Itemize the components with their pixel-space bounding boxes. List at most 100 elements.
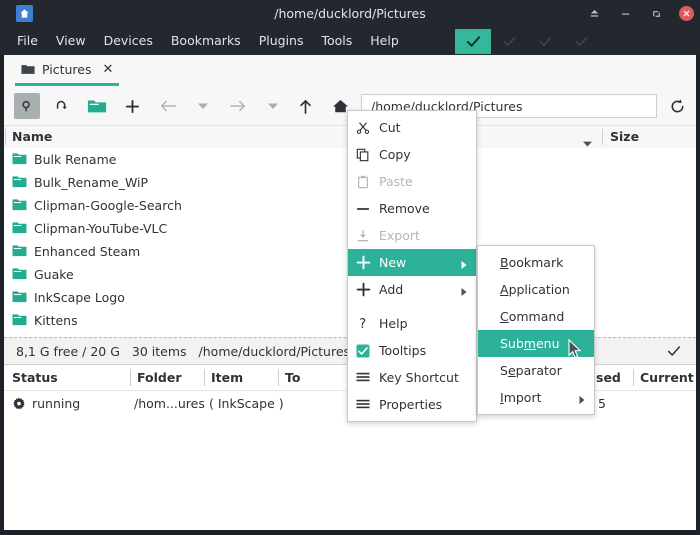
plus-icon [356, 282, 376, 298]
menu-item-new[interactable]: New [348, 249, 476, 276]
list-item-label: Bulk_Rename_WiP [34, 175, 148, 190]
tabstrip: Pictures ✕ [4, 55, 696, 88]
menu-plugins[interactable]: Plugins [250, 27, 313, 55]
reload-button[interactable] [49, 93, 75, 119]
new-folder-button[interactable] [84, 93, 110, 119]
menu-item-help[interactable]: ? Help [348, 310, 476, 337]
list-item-label: Kittens [34, 313, 78, 328]
add-button[interactable] [119, 93, 145, 119]
file-manager-window: /home/ducklord/Pictures File View Device… [0, 0, 700, 535]
chevron-right-icon [460, 258, 468, 273]
menubar-check-buttons [455, 28, 599, 54]
close-button[interactable] [679, 6, 694, 21]
check-button-1[interactable] [455, 29, 491, 54]
check-button-3[interactable] [527, 29, 563, 54]
minus-icon [356, 201, 376, 217]
mouse-pointer [568, 339, 582, 364]
checkbox-checked-icon[interactable] [356, 343, 376, 359]
folder-icon [12, 288, 27, 307]
task-status: running [32, 391, 80, 416]
menu-help[interactable]: Help [361, 27, 408, 55]
plus-icon [356, 255, 376, 271]
submenu-item-import[interactable]: Import [478, 384, 594, 411]
list-item-label: Bulk Rename [34, 152, 116, 167]
column-header-name[interactable]: Name [12, 126, 52, 148]
shade-button[interactable] [586, 5, 603, 22]
submenu-item-label: Import [500, 390, 542, 405]
clipboard-icon [356, 174, 376, 190]
menu-view[interactable]: View [47, 27, 95, 55]
menu-file[interactable]: File [8, 27, 47, 55]
check-button-2[interactable] [491, 29, 527, 54]
folder-icon [12, 173, 27, 192]
menu-item-copy[interactable]: Copy [348, 141, 476, 168]
menu-item-label: Key Shortcut [379, 370, 459, 385]
back-button[interactable] [155, 93, 181, 119]
submenu-item-application[interactable]: Application [478, 276, 594, 303]
task-column-folder[interactable]: Folder [137, 365, 182, 390]
question-icon: ? [356, 316, 376, 332]
submenu-item-label: Application [500, 282, 570, 297]
chevron-right-icon [578, 393, 586, 408]
task-column-current[interactable]: Current [640, 365, 694, 390]
menu-item-tooltips[interactable]: Tooltips [348, 337, 476, 364]
menu-devices[interactable]: Devices [95, 27, 162, 55]
menu-item-label: Tooltips [379, 343, 426, 358]
close-icon[interactable]: ✕ [103, 62, 114, 77]
column-header-size[interactable]: Size [610, 126, 639, 148]
menu-item-export: Export [348, 222, 476, 249]
submenu-item-bookmark[interactable]: Bookmark [478, 249, 594, 276]
menu-item-label: Properties [379, 397, 442, 412]
task-column-to[interactable]: To [285, 365, 300, 390]
menu-item-paste: Paste [348, 168, 476, 195]
menu-bookmarks[interactable]: Bookmarks [162, 27, 250, 55]
tab-label: Pictures [42, 62, 92, 77]
menu-item-add[interactable]: Add [348, 276, 476, 303]
task-column-status[interactable]: Status [12, 365, 58, 390]
task-item: ( InkScape ) [209, 391, 284, 416]
menu-item-key-shortcut[interactable]: Key Shortcut [348, 364, 476, 391]
folder-icon [12, 196, 27, 215]
task-column-item[interactable]: Item [211, 365, 243, 390]
folder-icon [12, 219, 27, 238]
maximize-button[interactable] [648, 5, 665, 22]
scissors-icon [356, 120, 376, 136]
check-button-4[interactable] [563, 29, 599, 54]
task-folder: /hom...ures [134, 391, 205, 416]
svg-text:?: ? [359, 317, 366, 331]
download-icon [356, 228, 376, 244]
menu-item-cut[interactable]: Cut [348, 114, 476, 141]
menu-item-label: Paste [379, 174, 413, 189]
copy-icon [356, 147, 376, 163]
folder-icon [21, 60, 35, 79]
search-button[interactable] [14, 93, 40, 119]
up-button[interactable] [292, 93, 318, 119]
list-item-label: Enhanced Steam [34, 244, 140, 259]
titlebar: /home/ducklord/Pictures [0, 0, 700, 27]
minimize-button[interactable] [617, 5, 634, 22]
folder-icon [12, 265, 27, 284]
task-column-elapsed[interactable]: sed [596, 365, 621, 390]
checkmark-icon[interactable] [666, 343, 682, 363]
menu-item-remove[interactable]: Remove [348, 195, 476, 222]
back-history-button[interactable] [190, 93, 216, 119]
folder-icon [12, 242, 27, 261]
menu-tools[interactable]: Tools [312, 27, 361, 55]
menu-item-label: Help [379, 316, 408, 331]
chevron-right-icon [460, 285, 468, 300]
menu-item-label: Remove [379, 201, 430, 216]
reload-icon[interactable] [667, 96, 687, 116]
menu-item-properties[interactable]: Properties [348, 391, 476, 418]
current-path-label: /home/ducklord/Pictures [199, 344, 351, 359]
menu-separator [348, 303, 476, 310]
menu-item-label: Copy [379, 147, 411, 162]
submenu-item-command[interactable]: Command [478, 303, 594, 330]
item-count-label: 30 items [132, 344, 187, 359]
lines-icon [356, 397, 376, 413]
list-item-label: Clipman-YouTube-VLC [34, 221, 167, 236]
menu-item-label: Export [379, 228, 420, 243]
tab-pictures[interactable]: Pictures ✕ [15, 55, 119, 86]
forward-history-button[interactable] [260, 93, 286, 119]
lines-icon [356, 370, 376, 386]
forward-button[interactable] [225, 93, 251, 119]
